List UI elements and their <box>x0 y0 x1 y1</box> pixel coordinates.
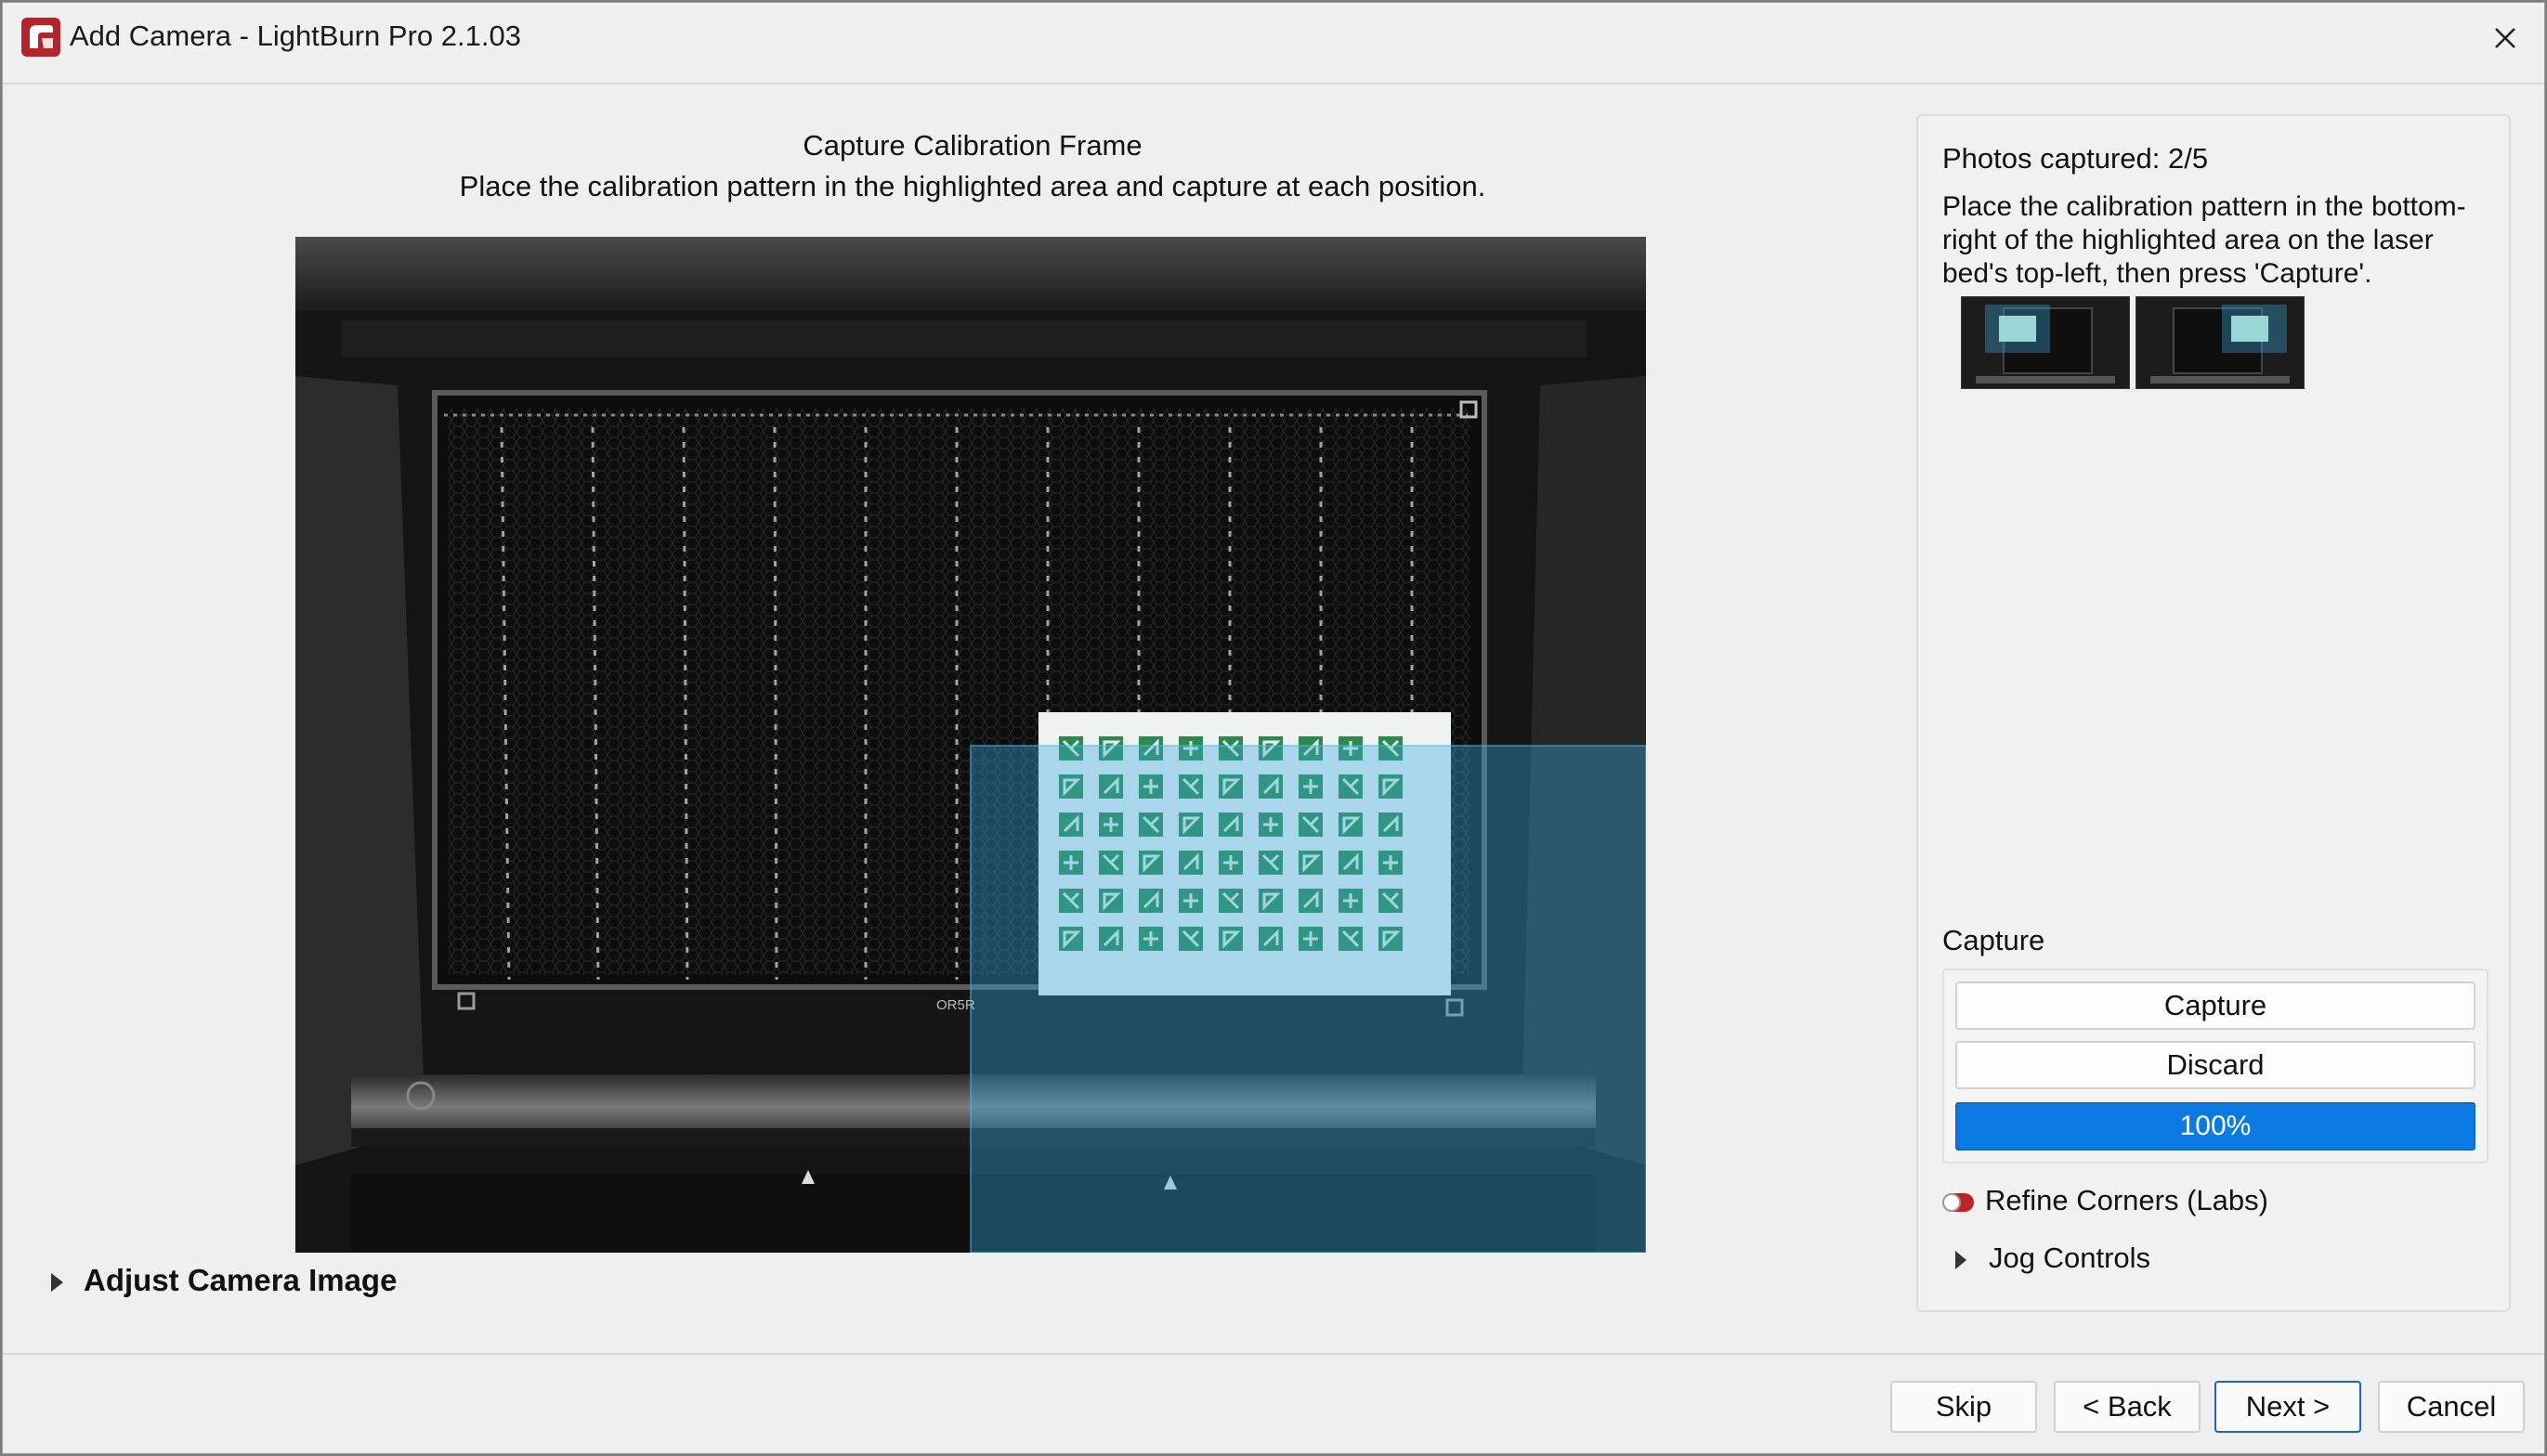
progress-text: 100% <box>2179 1111 2252 1141</box>
capture-button[interactable]: Capture <box>1955 982 2475 1030</box>
calibration-side-panel: Photos captured: 2/5 Place the calibrati… <box>1916 114 2511 1312</box>
jog-controls-label: Jog Controls <box>1989 1242 2151 1274</box>
capture-section: Capture Discard 100% <box>1942 968 2488 1164</box>
lightburn-logo-icon <box>21 18 60 57</box>
bed-label: OR5R <box>936 997 975 1013</box>
capture-frame-title: Capture Calibration Frame <box>803 129 1143 162</box>
capture-section-label: Capture <box>1942 924 2045 956</box>
add-camera-dialog: Add Camera - LightBurn Pro 2.1.03 Captur… <box>2 2 2545 1454</box>
back-button[interactable]: < Back <box>2054 1381 2201 1433</box>
refine-corners-toggle[interactable] <box>1942 1193 1974 1212</box>
next-button[interactable]: Next > <box>2214 1381 2361 1433</box>
close-icon[interactable] <box>2483 16 2527 60</box>
triangle-right-icon <box>1955 1250 1966 1269</box>
capture-thumbnail-2[interactable] <box>2136 296 2305 389</box>
triangle-right-icon <box>51 1273 63 1293</box>
capture-thumbnail-1[interactable] <box>1961 296 2130 389</box>
camera-preview[interactable]: OR5R <box>295 237 1646 1253</box>
discard-button[interactable]: Discard <box>1955 1041 2475 1089</box>
capture-progress-bar: 100% <box>1955 1102 2475 1150</box>
photos-captured-count: Photos captured: 2/5 <box>1942 142 2209 175</box>
adjust-camera-label: Adjust Camera Image <box>84 1263 398 1297</box>
skip-button[interactable]: Skip <box>1890 1381 2037 1433</box>
cancel-button[interactable]: Cancel <box>2378 1381 2525 1433</box>
toggle-knob <box>1942 1193 1961 1212</box>
capture-frame-subtitle: Place the calibration pattern in the hig… <box>459 170 1486 202</box>
footer-divider <box>3 1353 2544 1355</box>
window-title: Add Camera - LightBurn Pro 2.1.03 <box>70 20 521 52</box>
capture-instructions: Place the calibration pattern in the bot… <box>1942 191 2466 289</box>
camera-image: OR5R <box>295 237 1646 1253</box>
title-bar: Add Camera - LightBurn Pro 2.1.03 <box>3 3 2544 84</box>
refine-corners-label: Refine Corners (Labs) <box>1985 1184 2268 1216</box>
adjust-camera-image-toggle[interactable]: Adjust Camera Image <box>51 1263 397 1298</box>
jog-controls-toggle[interactable]: Jog Controls <box>1955 1242 2150 1275</box>
